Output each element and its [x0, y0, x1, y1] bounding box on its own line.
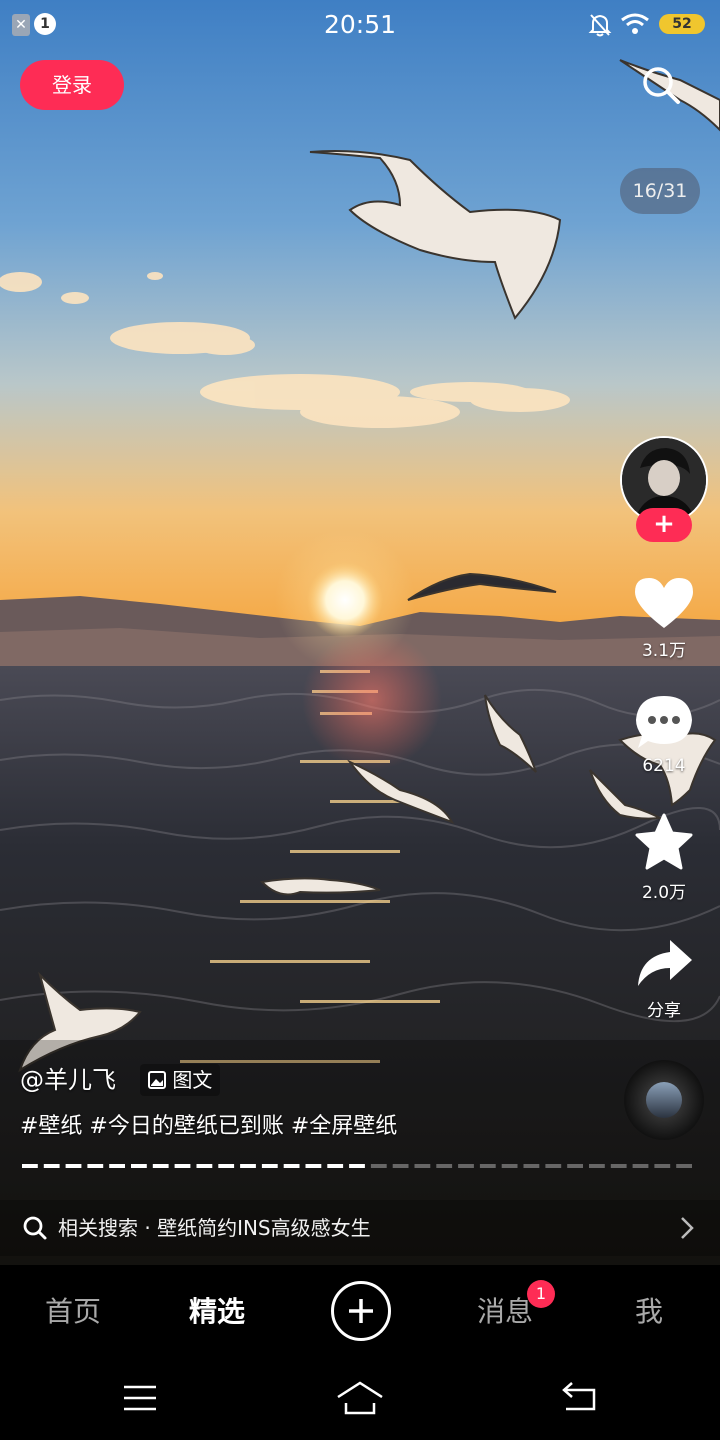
- progress-segment: [196, 1164, 213, 1168]
- progress-segment: [479, 1164, 496, 1168]
- tab-featured[interactable]: 精选: [158, 1265, 276, 1359]
- like-button[interactable]: 3.1万: [624, 576, 704, 661]
- back-icon[interactable]: [562, 1381, 598, 1411]
- favorite-button[interactable]: 2.0万: [624, 812, 704, 903]
- progress-segment: [87, 1164, 104, 1168]
- progress-segment: [414, 1164, 431, 1168]
- progress-segment: [567, 1164, 583, 1168]
- post-type-tag: 图文: [140, 1064, 221, 1096]
- search-icon: [23, 1216, 47, 1240]
- progress-segment: [174, 1164, 191, 1168]
- search-button[interactable]: [638, 62, 684, 108]
- tab-home[interactable]: 首页: [14, 1265, 132, 1359]
- progress-segment: [676, 1164, 692, 1168]
- favorite-count: 2.0万: [641, 883, 687, 903]
- author-name[interactable]: @羊儿飞: [20, 1062, 116, 1098]
- progress-segment: [305, 1164, 322, 1168]
- related-search-bar[interactable]: 相关搜索 · 壁纸简约INS高级感女生: [0, 1200, 720, 1256]
- progress-segment: [436, 1164, 453, 1168]
- follow-button[interactable]: +: [636, 508, 692, 542]
- progress-segment: [458, 1164, 474, 1168]
- progress-segment: [218, 1164, 235, 1168]
- progress-segment: [261, 1164, 278, 1168]
- progress-segment: [654, 1164, 671, 1168]
- home-icon[interactable]: [336, 1381, 384, 1415]
- progress-segment: [501, 1164, 518, 1168]
- post-type-label: 图文: [172, 1068, 213, 1092]
- progress-segment: [109, 1164, 125, 1168]
- music-disc-button[interactable]: [624, 1060, 704, 1140]
- progress-segment: [22, 1164, 38, 1168]
- progress-segment: [349, 1164, 365, 1168]
- comment-icon: [636, 696, 692, 748]
- progress-segment: [632, 1164, 649, 1168]
- progress-segment: [327, 1164, 344, 1168]
- search-icon: [643, 67, 680, 104]
- star-icon: [635, 813, 693, 870]
- share-icon: [638, 940, 692, 986]
- chevron-right-icon: [681, 1217, 694, 1239]
- share-label: 分享: [647, 1001, 681, 1021]
- progress-segment: [545, 1164, 562, 1168]
- photo-progress-bar: [22, 1164, 692, 1168]
- image-post-icon: [148, 1071, 166, 1089]
- messages-badge: 1: [527, 1280, 555, 1308]
- tab-messages[interactable]: 消息: [446, 1265, 564, 1359]
- progress-segment: [283, 1164, 300, 1168]
- progress-segment: [43, 1164, 60, 1168]
- progress-segment: [523, 1164, 540, 1168]
- progress-segment: [65, 1164, 82, 1168]
- progress-segment: [152, 1164, 169, 1168]
- heart-icon: [635, 578, 693, 628]
- login-button[interactable]: 登录: [20, 60, 124, 110]
- status-time: 20:51: [323, 10, 397, 39]
- music-cover: [646, 1082, 682, 1118]
- wifi-icon: [621, 13, 649, 34]
- comment-button[interactable]: 6214: [624, 694, 704, 776]
- photo-counter: 16/31: [620, 168, 700, 214]
- progress-segment: [370, 1164, 387, 1168]
- bell-muted-icon: [588, 14, 612, 37]
- progress-segment: [240, 1164, 256, 1168]
- like-count: 3.1万: [641, 641, 687, 661]
- create-post-button[interactable]: [331, 1281, 391, 1341]
- progress-segment: [589, 1164, 605, 1168]
- plus-icon: [349, 1299, 373, 1323]
- progress-segment: [131, 1164, 147, 1168]
- comment-count: 6214: [642, 756, 686, 776]
- progress-segment: [610, 1164, 627, 1168]
- share-button[interactable]: 分享: [624, 938, 704, 1021]
- tab-me[interactable]: 我: [590, 1265, 708, 1359]
- progress-segment: [392, 1164, 409, 1168]
- bottom-nav: 首页 精选 消息 1 我: [0, 1265, 720, 1359]
- status-bar: ✕ 1 20:51 52: [0, 0, 720, 52]
- system-nav-bar: [0, 1359, 720, 1440]
- related-search-text: 相关搜索 · 壁纸简约INS高级感女生: [58, 1216, 371, 1240]
- battery-indicator: 52: [659, 14, 705, 34]
- menu-icon[interactable]: [122, 1383, 158, 1413]
- post-caption[interactable]: #壁纸 #今日的壁纸已到账 #全屏壁纸: [20, 1110, 397, 1144]
